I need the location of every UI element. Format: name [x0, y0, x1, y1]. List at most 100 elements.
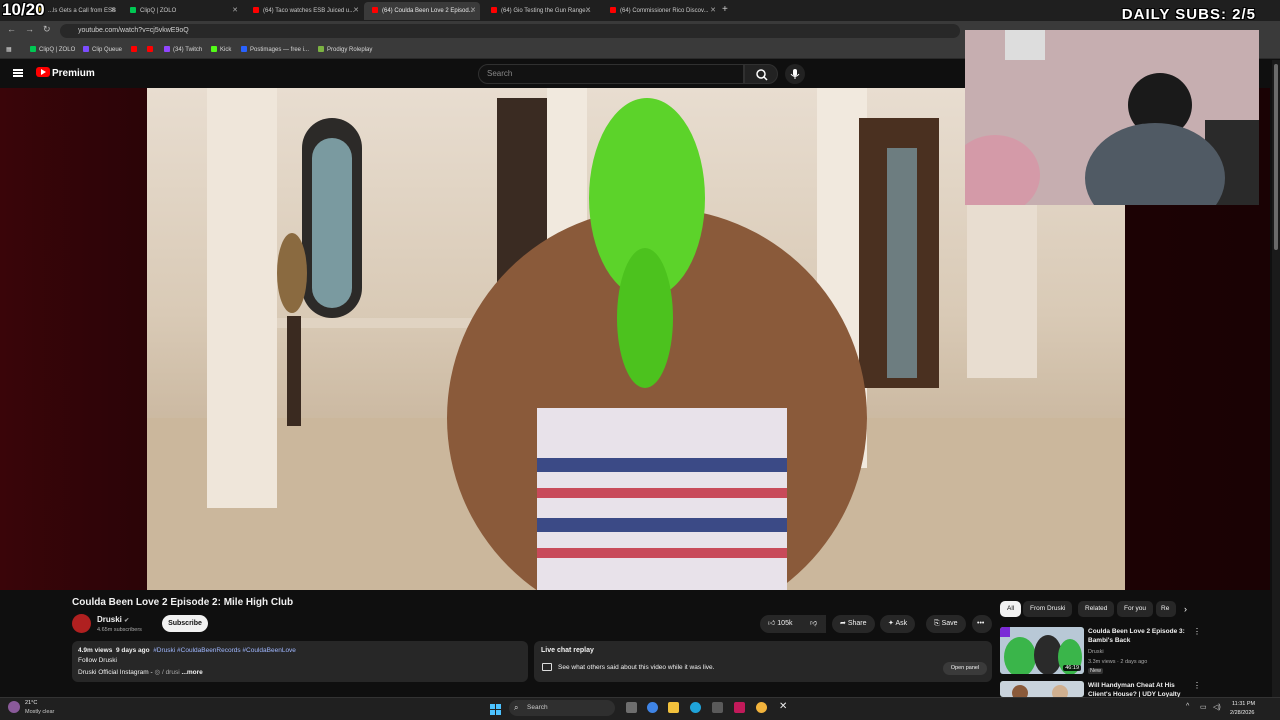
search-icon	[756, 69, 768, 81]
chip-all[interactable]: All	[1000, 601, 1022, 617]
instagram-link[interactable]: / drusi	[162, 669, 180, 676]
search-button[interactable]	[744, 64, 778, 84]
bookmark-item[interactable]	[131, 44, 140, 56]
more-vertical-icon[interactable]: ⋮	[1193, 627, 1201, 636]
channel-name[interactable]: Druski ✔	[97, 615, 129, 624]
copilot-icon[interactable]	[647, 702, 658, 713]
close-icon[interactable]: ✕	[470, 2, 476, 20]
app-icon[interactable]	[734, 702, 745, 713]
forward-icon[interactable]: →	[25, 24, 34, 34]
browser-tab[interactable]: (64) Taco watches ESB Juiced u... ✕	[245, 2, 363, 20]
windows-start-icon[interactable]	[490, 702, 501, 715]
bookmark-item[interactable]: Postimages — free i...	[241, 44, 309, 56]
chip-from-druski[interactable]: From Druski	[1023, 601, 1073, 617]
close-icon[interactable]: ✕	[710, 2, 716, 20]
tab-label: ClipQ | ZOLO	[140, 8, 177, 14]
clock-time[interactable]: 11:31 PM	[1232, 701, 1255, 707]
bookmark-label: Clip Queue	[92, 47, 123, 53]
apps-icon[interactable]: ▦	[6, 44, 12, 56]
weather-description[interactable]: Mostly clear	[25, 709, 54, 715]
chip-recently[interactable]: Re	[1156, 601, 1176, 617]
daily-subs-overlay: DAILY SUBS: 2/5	[1121, 6, 1256, 23]
edge-icon[interactable]	[690, 702, 701, 713]
bookmark-label: Prodigy Roleplay	[327, 47, 373, 53]
save-label: Save	[941, 620, 958, 627]
ask-button[interactable]: ✦ Ask	[880, 615, 916, 633]
bookmark-item[interactable]: (34) Twitch	[164, 44, 202, 56]
more-link[interactable]: ...more	[181, 669, 202, 676]
recommendation-title[interactable]: Coulda Been Love 2 Episode 3: Bambi's Ba…	[1088, 627, 1188, 645]
subscribe-button[interactable]: Subscribe	[162, 615, 208, 632]
recommendation-channel[interactable]: Druski	[1088, 649, 1104, 655]
more-actions-button[interactable]: •••	[972, 615, 992, 633]
tray-chevron-up-icon[interactable]: ^	[1186, 703, 1189, 710]
search-input[interactable]: Search	[478, 64, 744, 84]
recommendation-thumbnail[interactable]	[1000, 681, 1084, 697]
hamburger-menu-icon[interactable]	[13, 69, 23, 77]
url-field[interactable]: youtube.com/watch?v=cj5vkwE9oQ	[60, 24, 960, 38]
bookmark-item[interactable]: ClipQ | ZOLO	[30, 44, 75, 56]
save-button[interactable]: ⎘ Save	[926, 615, 966, 633]
open-panel-button[interactable]: Open panel	[943, 662, 987, 675]
browser-tab[interactable]: (64) Gio Testing the Gun Range... ✕	[483, 2, 595, 20]
close-icon[interactable]: ✕	[353, 2, 359, 20]
windows-taskbar	[0, 697, 1280, 720]
close-icon[interactable]: ✕	[585, 2, 591, 20]
recommendation-stats: 3.3m views · 2 days ago	[1088, 659, 1148, 665]
network-icon[interactable]: ▭	[1200, 703, 1207, 711]
share-button[interactable]: ➦ Share	[832, 615, 875, 633]
close-icon[interactable]: ✕	[232, 2, 238, 20]
ask-label: Ask	[895, 620, 908, 627]
chrome-icon[interactable]	[756, 702, 767, 713]
bookmark-item[interactable]	[147, 44, 156, 56]
youtube-brand-label[interactable]: Premium	[52, 68, 95, 79]
bookmark-favicon-icon	[30, 46, 36, 52]
capcut-icon[interactable]: ✕	[779, 701, 787, 712]
bookmark-label: (34) Twitch	[173, 47, 203, 53]
like-count: 105k	[777, 620, 793, 627]
windows-logo-icon	[490, 704, 501, 715]
youtube-icon	[131, 46, 137, 52]
stream-counter-overlay: 10/20	[2, 0, 45, 19]
subscriber-count: 4.65m subscribers	[97, 627, 142, 633]
youtube-logo-icon[interactable]	[36, 67, 50, 77]
speaker-icon[interactable]: ◁)	[1213, 703, 1221, 711]
channel-avatar[interactable]	[72, 614, 91, 633]
dislike-button[interactable]: 👎︎	[804, 615, 826, 633]
chip-related[interactable]: Related	[1078, 601, 1115, 617]
recommendation-thumbnail[interactable]: 46:19	[1000, 627, 1084, 674]
reload-icon[interactable]: ↻	[43, 24, 51, 35]
hashtags[interactable]: #Druski #CouldaBeenRecords #CouldaBeenLo…	[153, 647, 296, 654]
file-explorer-icon[interactable]	[668, 702, 679, 713]
bookmark-favicon-icon	[211, 46, 217, 52]
view-count: 4.9m views	[78, 647, 113, 654]
close-icon[interactable]: ✕	[110, 2, 116, 20]
chevron-right-icon[interactable]: ›	[1184, 604, 1187, 614]
browser-tab[interactable]: (64) Commissioner Rico Discov... ✕	[602, 2, 720, 20]
bookmark-item[interactable]: Clip Queue	[83, 44, 122, 56]
new-tab-icon[interactable]: +	[722, 4, 728, 15]
taskbar-search[interactable]: Search	[509, 700, 615, 716]
back-icon[interactable]: ←	[7, 24, 16, 34]
bookmark-item[interactable]: Prodigy Roleplay	[318, 44, 372, 56]
weather-icon[interactable]	[8, 701, 20, 713]
browser-tab[interactable]: ClipQ | ZOLO ✕	[122, 2, 242, 20]
webcam-overlay	[965, 30, 1259, 205]
voice-search-button[interactable]	[785, 64, 805, 84]
scrollbar-thumb[interactable]	[1274, 64, 1278, 250]
video-title: Coulda Been Love 2 Episode 2: Mile High …	[72, 597, 294, 608]
thumbs-down-icon: 👎︎	[810, 620, 818, 627]
taskbar-search-label: Search	[527, 704, 548, 711]
search-icon: ⌕	[514, 703, 519, 712]
bookmark-favicon-icon	[241, 46, 247, 52]
youtube-icon	[147, 46, 153, 52]
bookmark-item[interactable]: Kick	[211, 44, 231, 56]
more-vertical-icon[interactable]: ⋮	[1193, 681, 1201, 690]
task-view-icon[interactable]	[626, 702, 637, 713]
clock-date[interactable]: 2/28/2026	[1230, 710, 1254, 716]
store-icon[interactable]	[712, 702, 723, 713]
weather-temperature[interactable]: 21°C	[25, 700, 37, 706]
browser-tab-strip: ...ls Gets a Call from ESB ✕ ClipQ | ZOLO…	[0, 0, 1280, 21]
chip-for-you[interactable]: For you	[1117, 601, 1154, 617]
browser-tab-active[interactable]: (64) Coulda Been Love 2 Episod... ✕	[364, 2, 480, 20]
